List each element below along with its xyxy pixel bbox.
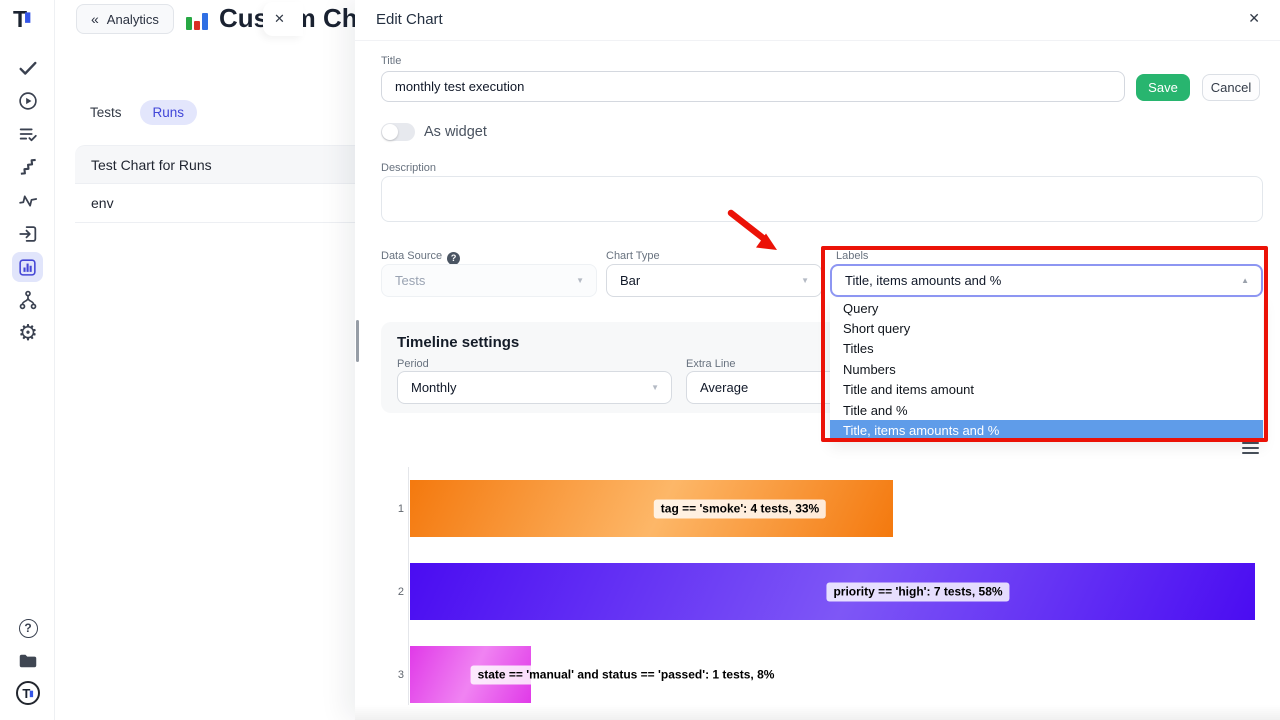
labels-option[interactable]: Numbers xyxy=(830,359,1263,379)
branch-icon[interactable] xyxy=(16,288,40,312)
chart-type-label: Chart Type xyxy=(606,250,660,262)
period-select[interactable]: Monthly ▼ xyxy=(397,371,672,404)
bar-row: 2priority == 'high': 7 tests, 58% xyxy=(410,563,1255,620)
as-widget-toggle[interactable] xyxy=(381,123,415,141)
close-chart-tab-button[interactable]: ✕ xyxy=(263,2,303,36)
labels-option[interactable]: Title and % xyxy=(830,400,1263,420)
labels-option[interactable]: Title, items amounts and % xyxy=(830,420,1263,440)
cancel-button[interactable]: Cancel xyxy=(1202,74,1260,101)
bar-index-label: 1 xyxy=(388,503,404,515)
app-logo[interactable]: T▮ xyxy=(13,6,30,33)
sidebar-rail: T▮ ⚙ ? T▮ xyxy=(0,0,55,720)
bar-index-label: 3 xyxy=(388,669,404,681)
chevron-down-icon: ▼ xyxy=(651,383,659,392)
runs-play-icon[interactable] xyxy=(16,89,40,113)
account-logo-icon[interactable]: T▮ xyxy=(16,681,40,705)
chart-menu-icon[interactable] xyxy=(1242,442,1259,457)
help-badge-icon[interactable]: ? xyxy=(447,252,460,265)
chart-axis-line xyxy=(408,467,409,705)
settings-gear-icon[interactable]: ⚙ xyxy=(16,321,40,345)
title-field-label: Title xyxy=(381,55,401,67)
as-widget-label: As widget xyxy=(424,124,487,140)
save-button[interactable]: Save xyxy=(1136,74,1190,101)
data-source-select[interactable]: Tests ▼ xyxy=(381,264,597,297)
title-input[interactable]: monthly test execution xyxy=(381,71,1125,102)
back-to-analytics-button[interactable]: « Analytics xyxy=(76,4,174,34)
labels-option[interactable]: Query xyxy=(830,298,1263,318)
bottom-fade xyxy=(355,705,1280,720)
tab-tests[interactable]: Tests xyxy=(86,100,126,125)
edit-chart-panel: Edit Chart ✕ Title monthly test executio… xyxy=(355,0,1280,720)
tab-runs[interactable]: Runs xyxy=(140,100,198,125)
bar-value-label: priority == 'high': 7 tests, 58% xyxy=(826,582,1009,601)
panel-header: Edit Chart ✕ xyxy=(355,0,1280,41)
chart-type-select[interactable]: Bar ▼ xyxy=(606,264,822,297)
description-field-label: Description xyxy=(381,162,436,174)
scrollbar-thumb[interactable] xyxy=(356,320,359,362)
help-icon[interactable]: ? xyxy=(16,616,40,640)
pulse-icon[interactable] xyxy=(16,188,40,212)
bar-row: 3state == 'manual' and status == 'passed… xyxy=(410,646,1255,703)
labels-select[interactable]: Title, items amounts and % ▲ xyxy=(830,264,1263,297)
chart-icon xyxy=(186,8,212,32)
projects-folder-icon[interactable] xyxy=(16,649,40,673)
labels-label: Labels xyxy=(836,250,868,262)
analytics-charts-icon[interactable] xyxy=(12,252,43,282)
chevron-down-icon: ▼ xyxy=(801,276,809,285)
test-plans-list-icon[interactable] xyxy=(16,122,40,146)
panel-close-icon[interactable]: ✕ xyxy=(1248,10,1260,27)
labels-option[interactable]: Title and items amount xyxy=(830,380,1263,400)
bar-index-label: 2 xyxy=(388,586,404,598)
bar-row: 1tag == 'smoke': 4 tests, 33% xyxy=(410,480,1255,537)
labels-dropdown-menu: QueryShort queryTitlesNumbersTitle and i… xyxy=(830,298,1263,441)
labels-option[interactable]: Titles xyxy=(830,339,1263,359)
period-label: Period xyxy=(397,358,429,370)
panel-title: Edit Chart xyxy=(376,11,443,28)
data-source-label: Data Source? xyxy=(381,250,460,265)
import-icon[interactable] xyxy=(16,222,40,246)
tests-check-icon[interactable] xyxy=(16,56,40,80)
timeline-settings-heading: Timeline settings xyxy=(397,334,519,351)
description-textarea[interactable] xyxy=(381,176,1263,222)
close-icon: ✕ xyxy=(274,11,285,27)
extra-line-label: Extra Line xyxy=(686,358,736,370)
chevron-down-icon: ▼ xyxy=(576,276,584,285)
tabs: Tests Runs xyxy=(86,100,197,125)
steps-stairs-icon[interactable] xyxy=(16,155,40,179)
labels-option[interactable]: Short query xyxy=(830,318,1263,338)
bar-value-label: state == 'manual' and status == 'passed'… xyxy=(471,665,782,684)
bar-value-label: tag == 'smoke': 4 tests, 33% xyxy=(654,499,826,518)
chevron-up-icon: ▲ xyxy=(1241,276,1249,285)
collapse-chevrons-icon: « xyxy=(91,11,99,27)
